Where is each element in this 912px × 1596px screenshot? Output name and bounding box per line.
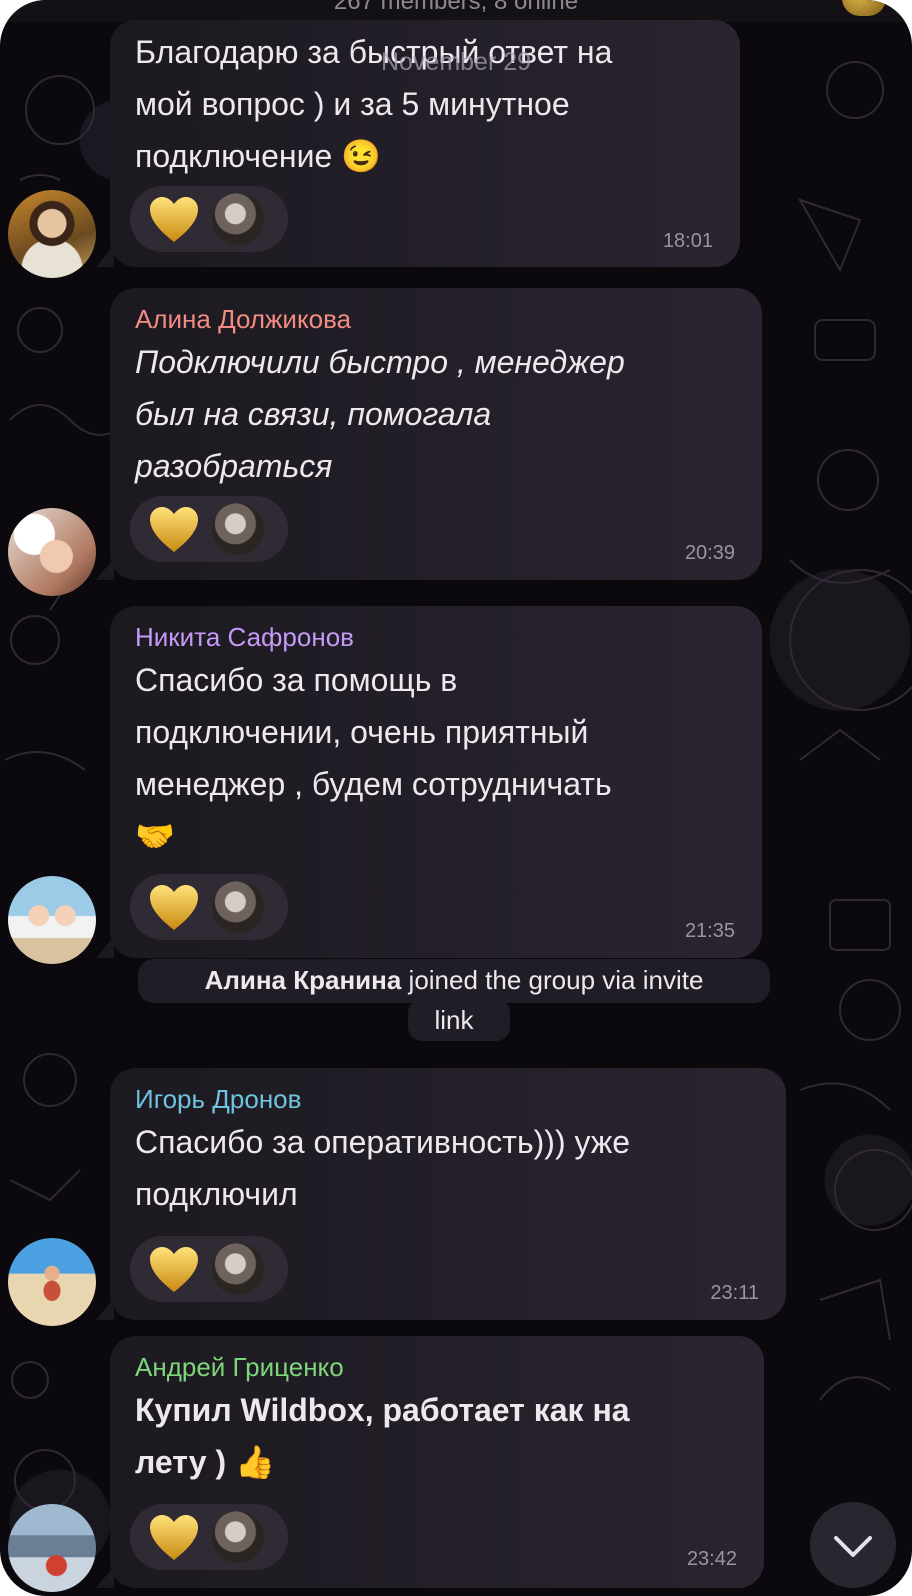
sender-name[interactable]: Андрей Гриценко [135, 1352, 344, 1383]
message-text-line: менеджер , будем сотрудничать [135, 766, 612, 802]
message-time: 23:42 [686, 1548, 737, 1570]
reactor-avatar [212, 1243, 264, 1295]
message-text-line: мой вопрос ) и за 5 минутное [135, 86, 570, 122]
sender-name[interactable]: Игорь Дронов [135, 1084, 301, 1115]
sender-name[interactable]: Алина Должикова [135, 304, 351, 335]
chat-header-subtitle: 267 members, 8 online [333, 0, 579, 15]
golden-heart-icon [150, 507, 198, 552]
bubble-tail [96, 245, 114, 267]
reactor-avatar [212, 503, 264, 555]
bubble-tail [96, 1566, 114, 1588]
reactor-avatar [212, 881, 264, 933]
message-text-line: Спасибо за помощь в [135, 662, 458, 698]
sender-name[interactable]: Никита Сафронов [135, 622, 354, 653]
sender-avatar[interactable] [8, 1238, 96, 1326]
message-text-line: 🤝 [135, 818, 175, 854]
reaction-pill[interactable] [130, 186, 288, 252]
sender-avatar[interactable] [8, 1504, 96, 1592]
message-bubble[interactable]: Андрей Гриценко Купил Wildbox, работает … [96, 1336, 764, 1588]
service-message-text: joined the group via invite [408, 965, 704, 995]
chat-screen: 267 members, 8 online Благодарю за быстр… [0, 0, 912, 1596]
reaction-pill[interactable] [130, 1504, 288, 1570]
sender-avatar[interactable] [8, 508, 96, 596]
message-text-line: лету ) 👍 [135, 1444, 275, 1480]
message-time: 21:35 [684, 920, 735, 942]
message-text-line: Купил Wildbox, работает как на [135, 1392, 630, 1428]
golden-heart-icon [150, 197, 198, 242]
service-message-line-2: link [434, 1005, 474, 1035]
reactor-avatar [212, 1511, 264, 1563]
message-text-line: подключение 😉 [135, 138, 381, 174]
golden-heart-icon [150, 885, 198, 930]
reaction-pill[interactable] [130, 874, 288, 940]
service-message-line: Алина Кранина joined the group via invit… [138, 965, 770, 996]
message-text-line: подключил [135, 1176, 298, 1212]
message-time: 23:11 [710, 1282, 759, 1304]
chevron-down-icon [834, 1536, 872, 1557]
golden-heart-icon [150, 1247, 198, 1292]
message-time: 20:39 [684, 542, 735, 564]
message-bubble[interactable]: Алина Должикова Подключили быстро , мене… [96, 288, 762, 580]
bubble-tail [96, 936, 114, 958]
golden-heart-icon [150, 1515, 198, 1560]
message-text-line: Спасибо за оперативность))) уже [135, 1124, 631, 1160]
service-message: Алина Кранина joined the group via invit… [138, 959, 770, 1042]
bubble-tail [96, 558, 114, 580]
reactor-avatar [212, 193, 264, 245]
message-text-line: подключении, очень приятный [135, 714, 589, 750]
bubble-tail [96, 1298, 114, 1320]
reaction-pill[interactable] [130, 1236, 288, 1302]
chat-header[interactable]: 267 members, 8 online [0, 0, 912, 22]
message-text-line: Подключили быстро , менеджер [135, 344, 625, 380]
scroll-to-bottom-button[interactable] [810, 1502, 896, 1588]
reaction-pill[interactable] [130, 496, 288, 562]
message-text-line: был на связи, помогала [135, 396, 492, 432]
sender-avatar[interactable] [8, 190, 96, 278]
message-bubble[interactable]: Игорь Дронов Спасибо за оперативность)))… [96, 1068, 786, 1320]
joined-user-name[interactable]: Алина Кранина [205, 965, 402, 995]
message-bubble[interactable]: Никита Сафронов Спасибо за помощь в подк… [96, 606, 762, 958]
message-text-line: разобраться [135, 448, 333, 484]
message-time: 18:01 [662, 230, 713, 252]
date-separator: November 29 [380, 48, 532, 76]
sender-avatar[interactable] [8, 876, 96, 964]
